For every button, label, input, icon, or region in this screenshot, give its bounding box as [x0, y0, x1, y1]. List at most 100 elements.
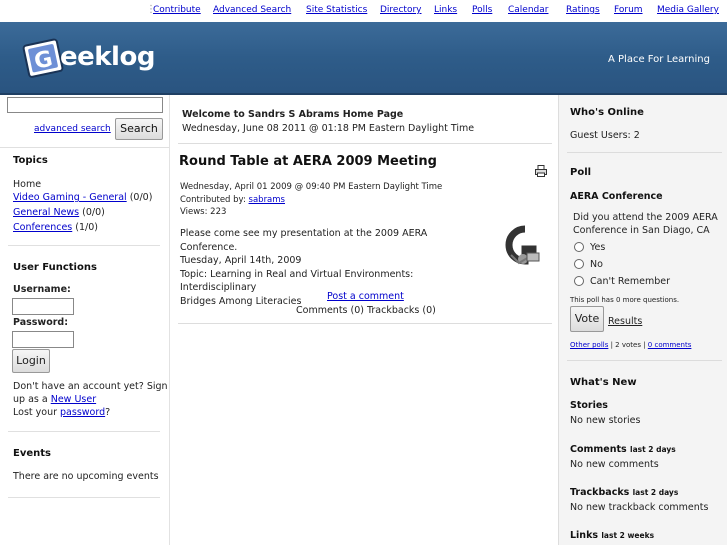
site-tagline: A Place For Learning — [607, 54, 710, 65]
welcome-title: Welcome to Sandrs S Abrams Home Page — [182, 109, 404, 120]
divider — [178, 143, 552, 144]
signup-prefix: up as a — [13, 394, 48, 405]
nav-advanced-search[interactable]: Advanced Search — [213, 5, 291, 15]
signup-line: up as a New User — [13, 394, 96, 405]
divider — [567, 360, 722, 361]
topic-count: (1/0) — [75, 222, 98, 233]
story-body-line: Please come see my presentation at the 2… — [180, 228, 428, 253]
whats-new-title: What's New — [570, 377, 637, 388]
no-account-text: Don't have an account yet? Sign — [13, 381, 168, 392]
user-functions-title: User Functions — [13, 262, 97, 273]
nav-links[interactable]: Links — [434, 5, 457, 15]
whats-new-links-title: Links last 2 weeks — [570, 530, 654, 541]
whats-new-trackbacks-title: Trackbacks last 2 days — [570, 487, 678, 498]
topic-general-news-link[interactable]: General News — [13, 207, 79, 218]
divider — [8, 431, 160, 432]
left-sidebar: advanced search Search Topics Home Video… — [0, 95, 170, 545]
story-title: Round Table at AERA 2009 Meeting — [179, 154, 437, 169]
search-input[interactable] — [7, 97, 163, 113]
username-label: Username: — [13, 284, 71, 295]
password-field[interactable] — [12, 331, 74, 348]
poll-name: AERA Conference — [570, 191, 663, 202]
password-link[interactable]: password — [60, 407, 105, 418]
topic-home[interactable]: Home — [13, 179, 41, 190]
password-label: Password: — [13, 317, 69, 328]
events-text: There are no upcoming events — [13, 471, 159, 482]
poll-option-no: No — [590, 259, 603, 270]
divider — [8, 497, 160, 498]
poll-footer: Other polls | 2 votes | 0 comments — [570, 341, 691, 349]
username-field[interactable] — [12, 298, 74, 315]
post-comment-link[interactable]: Post a comment — [327, 291, 404, 302]
events-title: Events — [13, 448, 51, 459]
nav-contribute[interactable]: Contribute — [153, 5, 201, 15]
poll-question-line: Did you attend the 2009 AERA — [573, 212, 718, 223]
poll-comments-link[interactable]: 0 comments — [648, 341, 692, 349]
topic-conferences-link[interactable]: Conferences — [13, 222, 72, 233]
vote-button[interactable]: Vote — [570, 306, 604, 332]
story-date: Wednesday, April 01 2009 @ 09:40 PM East… — [180, 182, 443, 192]
story-body-line: Tuesday, April 14th, 2009 — [180, 255, 302, 266]
topic-count: (0/0) — [82, 207, 105, 218]
advanced-search-link[interactable]: advanced search — [34, 124, 111, 134]
comments-heading: Comments — [570, 444, 627, 455]
nav-ratings[interactable]: Ratings — [566, 5, 600, 15]
other-polls-link[interactable]: Other polls — [570, 341, 608, 349]
nav-directory[interactable]: Directory — [380, 5, 421, 15]
topics-title: Topics — [13, 155, 48, 166]
divider — [0, 147, 169, 148]
whos-online-title: Who's Online — [570, 107, 644, 118]
topic-video-gaming-link[interactable]: Video Gaming - General — [13, 192, 127, 203]
right-sidebar: Who's Online Guest Users: 2 Poll AERA Co… — [558, 95, 727, 545]
topic-conferences: Conferences (1/0) — [13, 222, 98, 233]
poll-results-link[interactable]: Results — [608, 316, 642, 327]
links-heading: Links — [570, 530, 599, 541]
lost-password-line: Lost your password? — [13, 407, 110, 418]
nav-polls[interactable]: Polls — [472, 5, 492, 15]
poll-option-yes: Yes — [590, 242, 606, 253]
divider — [178, 323, 552, 324]
poll-question-line: Conference in San Diago, CA — [573, 225, 710, 236]
topic-count: (0/0) — [129, 192, 153, 203]
guest-users: Guest Users: 2 — [570, 130, 640, 141]
new-user-link[interactable]: New User — [51, 394, 96, 405]
top-navigation: ⋮ Contribute Advanced Search Site Statis… — [0, 0, 727, 22]
geeklog-logo[interactable]: G eeklog — [18, 32, 168, 84]
main-content: Welcome to Sandrs S Abrams Home Page Wed… — [170, 95, 558, 545]
divider — [8, 245, 160, 246]
poll-option-cant-remember: Can't Remember — [590, 276, 670, 287]
divider — [567, 152, 722, 153]
nav-forum[interactable]: Forum — [614, 5, 643, 15]
trackbacks-period: last 2 days — [632, 488, 679, 497]
author-link[interactable]: sabrams — [249, 195, 285, 205]
printer-icon[interactable] — [535, 165, 547, 177]
whats-new-stories-title: Stories — [570, 400, 608, 411]
search-button[interactable]: Search — [115, 118, 163, 140]
nav-media-gallery[interactable]: Media Gallery — [657, 5, 719, 15]
nav-calendar[interactable]: Calendar — [508, 5, 548, 15]
lost-suffix: ? — [105, 407, 111, 418]
poll-title: Poll — [570, 167, 592, 178]
story-author-line: Contributed by: sabrams — [180, 195, 285, 205]
comments-trackbacks[interactable]: Comments (0) Trackbacks (0) — [296, 305, 436, 316]
whats-new-trackbacks-text: No new trackback comments — [570, 502, 709, 513]
contributed-label: Contributed by: — [180, 195, 246, 205]
topic-geeklog-icon — [505, 225, 540, 265]
story-views: Views: 223 — [180, 207, 227, 217]
trackbacks-heading: Trackbacks — [570, 487, 630, 498]
logo-text: eeklog — [60, 42, 155, 72]
poll-option-no-radio[interactable] — [574, 259, 584, 269]
poll-option-yes-radio[interactable] — [574, 242, 584, 252]
poll-option-cant-remember-radio[interactable] — [574, 276, 584, 286]
nav-site-statistics[interactable]: Site Statistics — [306, 5, 367, 15]
whats-new-comments-title: Comments last 2 days — [570, 444, 676, 455]
topic-general-news: General News (0/0) — [13, 207, 105, 218]
login-button[interactable]: Login — [12, 349, 50, 373]
poll-votes: | 2 votes | — [608, 341, 648, 349]
poll-more-questions: This poll has 0 more questions. — [570, 296, 680, 304]
whats-new-stories-text: No new stories — [570, 415, 641, 426]
lost-prefix: Lost your — [13, 407, 57, 418]
welcome-date: Wednesday, June 08 2011 @ 01:18 PM Easte… — [182, 123, 475, 134]
comments-period: last 2 days — [630, 445, 676, 454]
links-period: last 2 weeks — [601, 531, 655, 540]
